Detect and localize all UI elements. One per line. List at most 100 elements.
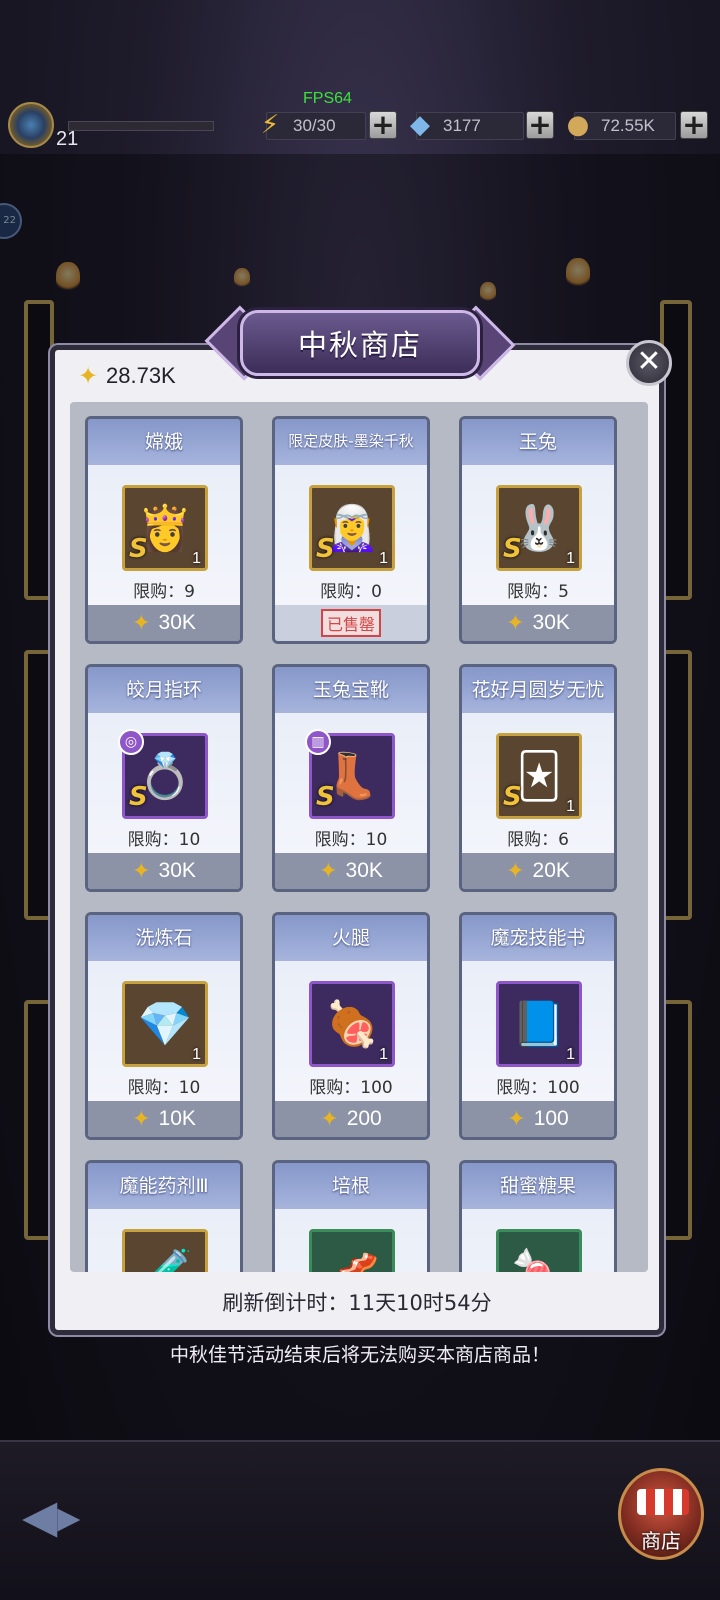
item-name: 甜蜜糖果: [499, 1175, 576, 1197]
shop-item-list[interactable]: 嫦娥 👸 S 1 限购：9 ✦ 30K 限定皮肤-墨染千秋 🧝‍♀️ S 1 限购：0 已售罄 玉兔 🐰 S 1…: [70, 402, 648, 1272]
shop-awning-icon: [637, 1489, 689, 1515]
add-gems-button[interactable]: +: [526, 111, 554, 139]
item-icon[interactable]: 🍬: [496, 1229, 582, 1272]
bottom-bar: [0, 1440, 720, 1600]
shop-currency: ✦ 28.73K: [72, 361, 176, 391]
shop-item-card[interactable]: 玉兔 🐰 S 1 限购：5 ✦ 30K: [459, 416, 617, 644]
item-name: 魔宠技能书: [490, 927, 586, 949]
item-quantity: 1: [566, 550, 575, 567]
lightning-icon: ⚡: [260, 110, 280, 140]
item-price: 30K: [532, 611, 570, 634]
mooncake-currency-icon: ✦: [506, 610, 525, 636]
equipment-type-icon: ▥: [305, 729, 331, 755]
shop-item-card[interactable]: 嫦娥 👸 S 1 限购：9 ✦ 30K: [85, 416, 243, 644]
purchase-limit: 限购：5: [507, 582, 569, 602]
add-coins-button[interactable]: +: [680, 111, 708, 139]
shop-item-card[interactable]: 魔宠技能书 📘 1 限购：100 ✦ 100: [459, 912, 617, 1140]
item-name: 玉兔: [518, 431, 557, 453]
item-icon[interactable]: 📘 1: [496, 981, 582, 1067]
item-icon[interactable]: 💎 1: [122, 981, 208, 1067]
shop-item-card[interactable]: 花好月圆岁无忧 🃏 S 1 限购：6 ✦ 20K: [459, 664, 617, 892]
item-price: 100: [533, 1107, 569, 1130]
item-icon[interactable]: 🧪: [122, 1229, 208, 1272]
item-icon[interactable]: 👸 S 1: [122, 485, 208, 571]
xp-bar: [68, 121, 214, 131]
shop-item-card[interactable]: 玉兔宝靴 👢 S ▥ 限购：10 ✦ 30K: [272, 664, 430, 892]
grade-badge: S: [316, 782, 335, 812]
grade-badge: S: [503, 782, 522, 812]
fps-counter: FPS64: [303, 90, 352, 107]
item-icon[interactable]: 🧝‍♀️ S 1: [309, 485, 395, 571]
item-quantity: 1: [566, 1046, 575, 1063]
item-name: 玉兔宝靴: [312, 679, 389, 701]
item-price: 30K: [158, 859, 196, 882]
item-quantity: 1: [379, 550, 388, 567]
shop-title: 中秋商店: [297, 328, 422, 362]
coins-display: ● 72.55K: [567, 110, 676, 140]
grade-badge: S: [129, 782, 148, 812]
level-emblem-icon[interactable]: [8, 102, 54, 148]
close-button[interactable]: ✕: [626, 340, 672, 386]
sold-out-stamp: 已售罄: [320, 609, 381, 637]
item-name: 培根: [331, 1175, 370, 1197]
diamond-icon: ◆: [410, 110, 430, 140]
event-notice: 中秋佳节活动结束后将无法购买本商店商品！: [169, 1344, 550, 1366]
gems-value: 3177: [443, 116, 481, 135]
mooncake-currency-icon: ✦: [132, 858, 151, 884]
buy-button[interactable]: ✦ 20K: [462, 853, 614, 889]
shop-item-card[interactable]: 限定皮肤-墨染千秋 🧝‍♀️ S 1 限购：0 已售罄: [272, 416, 430, 644]
item-name: 魔能药剂Ⅲ: [119, 1175, 209, 1197]
mooncake-currency-icon: ✦: [320, 1106, 339, 1132]
purchase-limit: 限购：9: [133, 582, 195, 602]
item-quantity: 1: [566, 798, 575, 815]
item-quantity: 1: [192, 1046, 201, 1063]
shop-button[interactable]: 商店: [618, 1468, 704, 1560]
buy-button[interactable]: ✦ 10K: [88, 1101, 240, 1137]
buy-button[interactable]: ✦ 30K: [462, 605, 614, 641]
purchase-limit: 限购：10: [127, 1078, 201, 1098]
shop-item-card[interactable]: 洗炼石 💎 1 限购：10 ✦ 10K: [85, 912, 243, 1140]
buy-button[interactable]: ✦ 30K: [88, 853, 240, 889]
item-icon[interactable]: 🥓: [309, 1229, 395, 1272]
stamina-display: ⚡ 30/30: [261, 110, 366, 140]
shop-button-label: 商店: [641, 1529, 681, 1553]
buy-button[interactable]: ✦ 200: [275, 1101, 427, 1137]
item-name: 限定皮肤-墨染千秋: [288, 432, 414, 450]
buy-button[interactable]: ✦ 30K: [275, 853, 427, 889]
coin-icon: ●: [566, 110, 590, 140]
item-icon[interactable]: 🃏 S 1: [496, 733, 582, 819]
item-icon[interactable]: 🍖 1: [309, 981, 395, 1067]
mooncake-currency-icon: ✦: [506, 858, 525, 884]
item-price: 30K: [158, 611, 196, 634]
grade-badge: S: [503, 534, 522, 564]
item-quantity: 1: [192, 550, 201, 567]
shop-item-card[interactable]: 皎月指环 💍 S ◎ 限购：10 ✦ 30K: [85, 664, 243, 892]
item-name: 火腿: [331, 927, 370, 949]
shop-item-card[interactable]: 培根 🥓: [272, 1160, 430, 1272]
item-price: 10K: [158, 1107, 196, 1130]
purchase-limit: 限购：10: [314, 830, 388, 850]
item-price: 20K: [532, 859, 570, 882]
player-level: 21: [56, 128, 79, 150]
item-quantity: 1: [379, 1046, 388, 1063]
back-arrow-icon[interactable]: ◀▸: [22, 1486, 108, 1546]
mooncake-currency-icon: ✦: [132, 1106, 151, 1132]
purchase-limit: 限购：100: [309, 1078, 393, 1098]
item-price: 200: [346, 1107, 382, 1130]
item-name: 花好月圆岁无忧: [471, 679, 605, 701]
item-name: 洗炼石: [135, 927, 193, 949]
purchase-limit: 限购：6: [507, 830, 569, 850]
item-icon[interactable]: 🐰 S 1: [496, 485, 582, 571]
buy-button[interactable]: ✦ 30K: [88, 605, 240, 641]
buy-button[interactable]: 已售罄: [275, 605, 427, 641]
shop-title-plate: 中秋商店: [240, 310, 480, 376]
mooncake-currency-icon: ✦: [319, 858, 338, 884]
shop-item-card[interactable]: 魔能药剂Ⅲ 🧪: [85, 1160, 243, 1272]
shop-item-card[interactable]: 甜蜜糖果 🍬: [459, 1160, 617, 1272]
purchase-limit: 限购：0: [320, 582, 382, 602]
shop-item-card[interactable]: 火腿 🍖 1 限购：100 ✦ 200: [272, 912, 430, 1140]
add-stamina-button[interactable]: +: [369, 111, 397, 139]
coins-value: 72.55K: [601, 116, 655, 135]
mooncake-currency-icon: ✦: [77, 362, 99, 390]
buy-button[interactable]: ✦ 100: [462, 1101, 614, 1137]
